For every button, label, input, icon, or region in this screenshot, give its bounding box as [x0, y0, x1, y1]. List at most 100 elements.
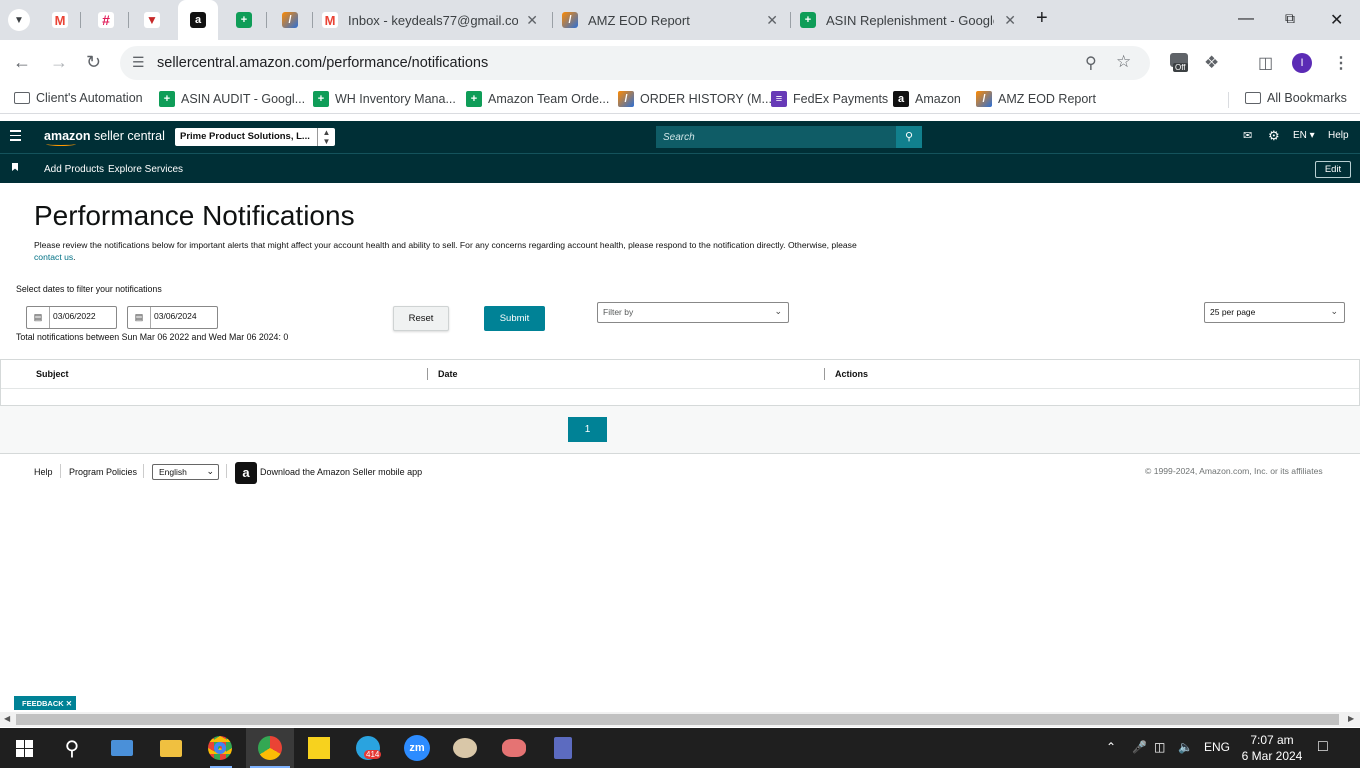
scroll-right-icon[interactable]: ▶ [1348, 714, 1354, 723]
search-icon[interactable]: ⚲ [896, 126, 922, 148]
close-icon[interactable]: ✕ [1004, 12, 1016, 29]
close-icon[interactable]: ✕ [526, 12, 538, 29]
reset-button[interactable]: Reset [393, 306, 449, 331]
all-bookmarks[interactable]: All Bookmarks [1245, 91, 1347, 105]
tab-amz-eod[interactable]: / AMZ EOD Report ✕ [562, 0, 784, 40]
bookmark-order-history[interactable]: / ORDER HISTORY (M... [618, 91, 772, 107]
telegram-icon[interactable]: 414 [354, 734, 382, 762]
tab-pinned-v[interactable]: ▼ [144, 0, 160, 40]
help-link[interactable]: Help [1328, 130, 1349, 141]
column-header-subject[interactable]: Subject [36, 369, 69, 379]
url-text[interactable]: sellercentral.amazon.com/performance/not… [157, 55, 488, 71]
zoom-app-icon[interactable]: zm [403, 734, 431, 762]
feedback-button[interactable]: FEEDBACK ✕ [14, 696, 76, 710]
minimize-button[interactable]: — [1238, 10, 1254, 28]
tray-chevron-up-icon[interactable]: ⌃ [1106, 740, 1116, 754]
bookmark-clients-automation[interactable]: Client's Automation [14, 91, 143, 105]
tab-pinned-slack[interactable]: # [98, 0, 114, 40]
tab-pinned-gmail[interactable]: M [52, 0, 68, 40]
notifications-icon[interactable]: □ [1318, 738, 1328, 756]
tab-pinned-zapier[interactable]: / [282, 0, 298, 40]
calendar-icon[interactable]: ▤ [27, 307, 50, 328]
seller-central-logo[interactable]: amazon seller central [44, 129, 165, 146]
bookmark-amazon[interactable]: a Amazon [893, 91, 961, 107]
chrome-profile-icon[interactable] [256, 734, 284, 762]
date-to-field[interactable]: ▤ [127, 306, 218, 329]
file-explorer-icon[interactable] [157, 734, 185, 762]
bookmark-asin-audit[interactable]: + ASIN AUDIT - Googl... [159, 91, 305, 107]
close-window-button[interactable]: ✕ [1330, 10, 1343, 30]
side-panel-icon[interactable]: ◫ [1258, 53, 1273, 73]
forward-button[interactable]: → [50, 52, 68, 73]
bookmark-icon[interactable] [12, 163, 18, 171]
menu-kebab-icon[interactable]: ⋮ [1333, 53, 1349, 73]
page-description: Please review the notifications below fo… [34, 239, 904, 263]
tab-asin-replenishment[interactable]: + ASIN Replenishment - Google S ✕ [800, 0, 1022, 40]
system-clock[interactable]: 7:07 am 6 Mar 2024 [1232, 732, 1312, 764]
mail-icon[interactable]: ✉ [1243, 129, 1252, 142]
calculator-icon[interactable] [549, 734, 577, 762]
microphone-icon[interactable]: 🎤 [1132, 740, 1147, 754]
site-info-icon[interactable]: ☰ [132, 54, 145, 71]
restore-button[interactable]: ⧉ [1285, 10, 1295, 27]
date-from-field[interactable]: ▤ [26, 306, 117, 329]
submit-button[interactable]: Submit [484, 306, 545, 331]
search-input[interactable] [656, 126, 896, 148]
bookmark-amazon-team-orders[interactable]: + Amazon Team Orde... [466, 91, 609, 107]
tab-search-button[interactable]: ▼ [8, 0, 32, 40]
tab-amazon-active[interactable]: a [178, 0, 218, 40]
per-page-select[interactable]: 25 per page ⌄ [1204, 302, 1345, 323]
hamburger-menu-icon[interactable] [10, 130, 21, 144]
back-button[interactable]: ← [13, 52, 31, 73]
nav-explore-services[interactable]: Explore Services [108, 164, 183, 175]
contact-us-link[interactable]: contact us [34, 252, 73, 262]
filter-by-select[interactable]: Filter by ⌄ [597, 302, 789, 323]
bookmark-wh-inventory[interactable]: + WH Inventory Mana... [313, 91, 456, 107]
desktop-app-icon[interactable] [108, 734, 136, 762]
scroll-left-icon[interactable]: ◀ [4, 714, 10, 723]
sticky-notes-icon[interactable] [305, 734, 333, 762]
tab-pinned-sheets[interactable]: + [236, 0, 252, 40]
date-to-input[interactable] [154, 311, 216, 321]
windows-start-icon[interactable] [10, 734, 38, 762]
gear-icon[interactable]: ⚙ [1268, 128, 1280, 144]
column-header-actions[interactable]: Actions [835, 369, 868, 379]
language-selector[interactable]: EN ▾ [1293, 130, 1315, 141]
footer-help-link[interactable]: Help [34, 467, 53, 477]
extension-off-icon[interactable]: Off [1170, 53, 1188, 72]
scroll-thumb[interactable] [16, 714, 1339, 725]
calendar-icon[interactable]: ▤ [128, 307, 151, 328]
edit-button[interactable]: Edit [1315, 161, 1351, 178]
volume-icon[interactable]: 🔈 [1178, 740, 1193, 754]
close-icon[interactable]: ✕ [66, 699, 72, 708]
date-from-input[interactable] [53, 311, 115, 321]
page-1-button[interactable]: 1 [568, 417, 607, 442]
extensions-puzzle-icon[interactable]: ❖ [1204, 53, 1219, 73]
network-icon[interactable]: ◫ [1154, 740, 1165, 754]
paint-icon[interactable] [451, 734, 479, 762]
footer-language-select[interactable]: English ⌄ [152, 464, 219, 480]
new-tab-button[interactable]: + [1036, 7, 1048, 30]
snipping-tool-icon[interactable] [500, 734, 528, 762]
bookmark-fedex-payments[interactable]: ≡ FedEx Payments [771, 91, 888, 107]
tab-gmail-inbox[interactable]: M Inbox - keydeals77@gmail.com ✕ [322, 0, 544, 40]
profile-avatar[interactable]: I [1292, 53, 1312, 73]
column-header-date[interactable]: Date [438, 369, 458, 379]
reload-button[interactable]: ↻ [86, 52, 101, 73]
bookmark-amz-eod-report[interactable]: / AMZ EOD Report [976, 91, 1096, 107]
address-bar[interactable]: ☰ sellercentral.amazon.com/performance/n… [120, 46, 1150, 80]
amazon-app-icon[interactable]: a [235, 462, 257, 484]
account-switcher[interactable]: Prime Product Solutions, L... ▲ ▼ [175, 128, 335, 146]
input-language[interactable]: ENG [1204, 740, 1230, 754]
horizontal-scrollbar[interactable]: ◀ ▶ [0, 712, 1360, 727]
sheets-icon: + [159, 91, 175, 107]
bookmark-star-icon[interactable]: ☆ [1116, 52, 1131, 72]
footer-program-policies-link[interactable]: Program Policies [69, 467, 137, 477]
chrome-icon[interactable] [206, 734, 234, 762]
close-icon[interactable]: ✕ [766, 12, 778, 29]
nav-add-products[interactable]: Add Products [44, 164, 104, 175]
download-app-link[interactable]: Download the Amazon Seller mobile app [260, 467, 422, 477]
filter-label: Select dates to filter your notification… [16, 284, 162, 294]
zoom-icon[interactable]: ⚲ [1085, 53, 1097, 73]
search-icon[interactable]: ⚲ [58, 734, 86, 762]
